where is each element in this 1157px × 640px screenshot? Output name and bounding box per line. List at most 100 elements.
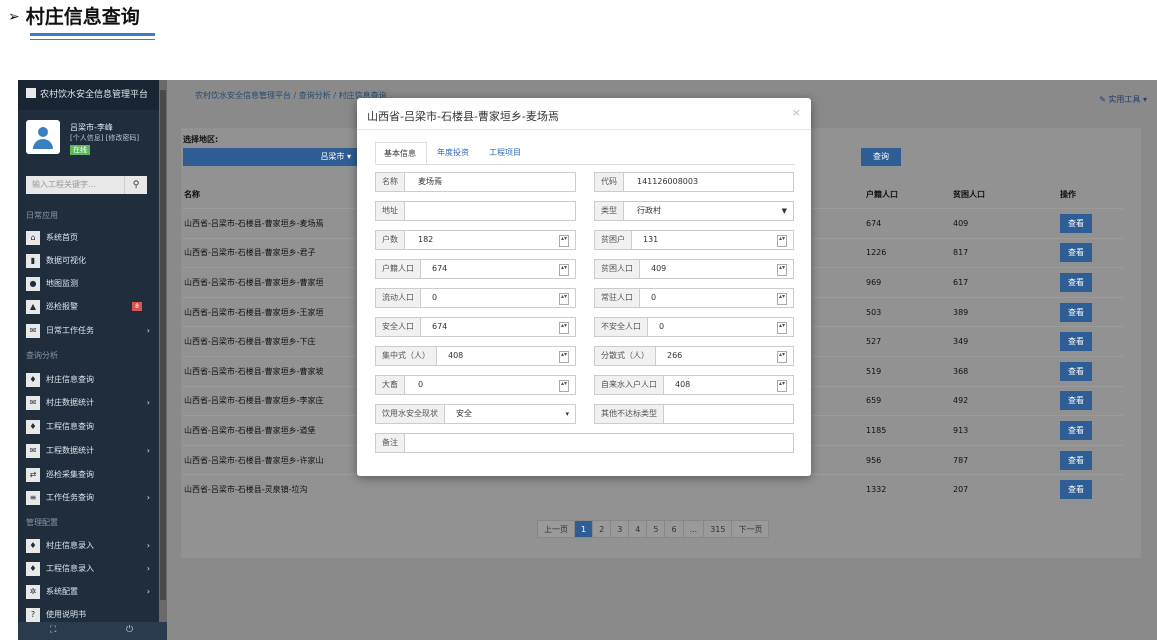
page-button[interactable]: 2 bbox=[592, 520, 612, 538]
view-button[interactable]: 查看 bbox=[1060, 391, 1092, 411]
other-type-field[interactable]: 其他不达标类型 bbox=[594, 404, 794, 424]
mail-icon: ✉ bbox=[26, 323, 40, 338]
view-button[interactable]: 查看 bbox=[1060, 480, 1092, 500]
grid-icon bbox=[26, 88, 36, 98]
fullscreen-icon[interactable]: ⛶ bbox=[50, 625, 56, 635]
sidebar-item-project-stats[interactable]: ✉ 工程数据统计 › bbox=[26, 443, 156, 459]
view-button[interactable]: 查看 bbox=[1060, 332, 1092, 352]
sidebar-item-project-entry[interactable]: ♦ 工程信息录入 › bbox=[26, 561, 156, 577]
close-icon[interactable]: × bbox=[792, 106, 801, 119]
poor-households-field[interactable]: 贫困户 131 ▴▾ bbox=[594, 230, 794, 250]
heading-text: 村庄信息查询 bbox=[25, 6, 140, 28]
type-select[interactable]: 类型 行政村 ▼ bbox=[594, 201, 794, 221]
page-button[interactable]: 3 bbox=[610, 520, 630, 538]
next-page-button[interactable]: 下一页 bbox=[731, 520, 770, 538]
sidebar-item-map[interactable]: ● 地图监测 bbox=[26, 276, 156, 292]
document-heading: ➢ 村庄信息查询 bbox=[8, 2, 140, 29]
pagination: 上一页 1 2 3 4 5 6... 315 下一页 bbox=[537, 520, 770, 538]
view-button[interactable]: 查看 bbox=[1060, 302, 1092, 322]
livestock-field[interactable]: 大畜 0 ▴▾ bbox=[375, 375, 576, 395]
tab-projects[interactable]: 工程项目 bbox=[481, 142, 529, 164]
resident-pop-field[interactable]: 常驻人口 0 ▴▾ bbox=[594, 288, 794, 308]
region-select[interactable]: 吕梁市 ▾ bbox=[183, 148, 359, 166]
search-button[interactable]: 查询 bbox=[861, 148, 901, 166]
wrench-icon: ✎ bbox=[1099, 95, 1106, 104]
name-field[interactable]: 名称 麦场焉 bbox=[375, 172, 576, 192]
stepper-icon[interactable]: ▴▾ bbox=[559, 235, 569, 247]
stepper-icon[interactable]: ▴▾ bbox=[777, 351, 787, 363]
view-button[interactable]: 查看 bbox=[1060, 243, 1092, 263]
sidebar-item-village-stats[interactable]: ✉ 村庄数据统计 › bbox=[26, 395, 156, 411]
caret-down-icon: ▼ bbox=[781, 207, 787, 215]
caret-down-icon: ▾ bbox=[1142, 95, 1147, 104]
search-icon[interactable]: ⚲ bbox=[124, 176, 147, 194]
sidebar-item-alarm[interactable]: ▲ 巡检报警 8 bbox=[26, 299, 156, 315]
address-field[interactable]: 地址 bbox=[375, 201, 576, 221]
tab-basic-info[interactable]: 基本信息 bbox=[375, 142, 427, 164]
view-button[interactable]: 查看 bbox=[1060, 361, 1092, 381]
water-status-select[interactable]: 饮用水安全现状 安全 ▾ bbox=[375, 404, 576, 424]
view-button[interactable]: 查看 bbox=[1060, 272, 1092, 292]
dispersed-field[interactable]: 分散式（人） 266 ▴▾ bbox=[594, 346, 794, 366]
code-field[interactable]: 代码 141126008003 bbox=[594, 172, 794, 192]
sidebar-item-project-query[interactable]: ♦ 工程信息查询 bbox=[26, 419, 156, 435]
tools-menu[interactable]: ✎ 实用工具 ▾ bbox=[1099, 94, 1147, 105]
stepper-icon[interactable]: ▴▾ bbox=[559, 264, 569, 276]
view-button[interactable]: 查看 bbox=[1060, 420, 1092, 440]
stepper-icon[interactable]: ▴▾ bbox=[559, 293, 569, 305]
sidebar-item-village-query[interactable]: ♦ 村庄信息查询 bbox=[26, 372, 156, 388]
tap-water-pop-field[interactable]: 自来水入户人口 408 ▴▾ bbox=[594, 375, 794, 395]
chart-icon: ▮ bbox=[26, 253, 40, 268]
tab-annual-investment[interactable]: 年度投资 bbox=[429, 142, 477, 164]
households-field[interactable]: 户数 182 ▴▾ bbox=[375, 230, 576, 250]
user-panel: 吕梁市-李峰 [个人信息] [修改密码] 在线 bbox=[18, 110, 159, 162]
view-button[interactable]: 查看 bbox=[1060, 213, 1092, 233]
sidebar-item-village-entry[interactable]: ♦ 村庄信息录入 › bbox=[26, 538, 156, 554]
page-button[interactable]: 1 bbox=[574, 520, 594, 538]
centralized-field[interactable]: 集中式（人） 408 ▴▾ bbox=[375, 346, 576, 366]
user-icon bbox=[38, 127, 48, 137]
stepper-icon[interactable]: ▴▾ bbox=[777, 235, 787, 247]
stepper-icon[interactable]: ▴▾ bbox=[559, 351, 569, 363]
breadcrumb-query[interactable]: 查询分析 bbox=[299, 91, 331, 100]
stepper-icon[interactable]: ▴▾ bbox=[559, 380, 569, 392]
sidebar-item-inspection-query[interactable]: ⇄ 巡检采集查询 bbox=[26, 467, 156, 483]
prev-page-button[interactable]: 上一页 bbox=[537, 520, 575, 538]
sidebar-item-system-config[interactable]: ✲ 系统配置 › bbox=[26, 584, 156, 600]
user-name: 吕梁市-李峰 bbox=[70, 123, 113, 132]
sidebar-item-manual[interactable]: ? 使用说明书 bbox=[26, 607, 156, 623]
village-detail-modal: 山西省-吕梁市-石楼县-曹家垣乡-麦场焉 × 基本信息 年度投资 工程项目 名称… bbox=[357, 98, 811, 476]
scrollbar-thumb[interactable] bbox=[160, 90, 166, 600]
table-row: 山西省-吕梁市-石楼县-灵泉镇-垃沟 1332 207 查看 bbox=[183, 474, 1123, 504]
page-button[interactable]: 6 bbox=[664, 520, 684, 538]
user-links[interactable]: [个人信息] [修改密码] bbox=[70, 133, 139, 143]
search-input[interactable]: 输入工程关键字... bbox=[26, 176, 124, 194]
unsafe-pop-field[interactable]: 不安全人口 0 ▴▾ bbox=[594, 317, 794, 337]
region-label: 选择地区: bbox=[183, 135, 219, 144]
page-button[interactable]: 315 bbox=[703, 520, 733, 538]
page-button[interactable]: 4 bbox=[628, 520, 648, 538]
stepper-icon[interactable]: ▴▾ bbox=[777, 293, 787, 305]
app-title-bar[interactable]: 农村饮水安全信息管理平台 bbox=[18, 80, 159, 110]
safe-pop-field[interactable]: 安全人口 674 ▴▾ bbox=[375, 317, 576, 337]
registered-pop-field[interactable]: 户籍人口 674 ▴▾ bbox=[375, 259, 576, 279]
map-pin-icon: ● bbox=[26, 276, 40, 291]
page-button[interactable]: 5 bbox=[646, 520, 666, 538]
sidebar-scrollbar[interactable] bbox=[159, 80, 167, 640]
sidebar-item-home[interactable]: ⌂ 系统首页 bbox=[26, 230, 156, 246]
sidebar-item-dataviz[interactable]: ▮ 数据可视化 bbox=[26, 253, 156, 269]
breadcrumb-home[interactable]: 农村饮水安全信息管理平台 bbox=[195, 91, 291, 100]
stepper-icon[interactable]: ▴▾ bbox=[777, 322, 787, 334]
sidebar-item-task-query[interactable]: ≡ 工作任务查询 › bbox=[26, 490, 156, 506]
view-button[interactable]: 查看 bbox=[1060, 450, 1092, 470]
power-icon[interactable]: ⏻ bbox=[126, 625, 133, 635]
remark-field[interactable]: 备注 bbox=[375, 433, 794, 453]
poor-pop-field[interactable]: 贫困人口 409 ▴▾ bbox=[594, 259, 794, 279]
stepper-icon[interactable]: ▴▾ bbox=[777, 380, 787, 392]
sidebar-item-daily-tasks[interactable]: ✉ 日常工作任务 › bbox=[26, 323, 156, 339]
group-admin: 管理配置 bbox=[26, 518, 58, 527]
floating-pop-field[interactable]: 流动人口 0 ▴▾ bbox=[375, 288, 576, 308]
stepper-icon[interactable]: ▴▾ bbox=[777, 264, 787, 276]
drop-icon: ♦ bbox=[26, 538, 40, 553]
stepper-icon[interactable]: ▴▾ bbox=[559, 322, 569, 334]
